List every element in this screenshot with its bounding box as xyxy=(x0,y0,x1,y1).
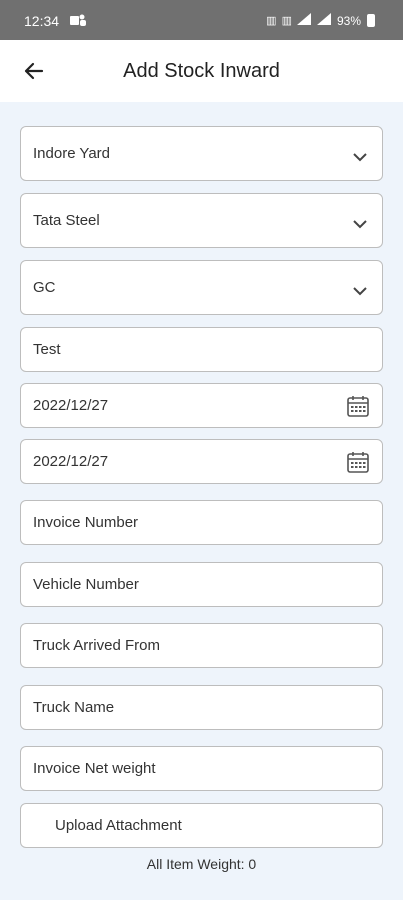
battery-percent: 93% xyxy=(336,13,361,28)
status-bar: 12:34 ▥ ▥ 93% xyxy=(0,0,403,40)
status-right: ▥ ▥ 93% xyxy=(266,13,375,28)
supplier-select-value: Tata Steel xyxy=(33,212,100,229)
invoice-number-input[interactable]: Invoice Number xyxy=(20,500,383,545)
app-bar: Add Stock Inward xyxy=(0,40,403,102)
volte-icon: ▥ xyxy=(266,15,276,27)
truck-name-input[interactable]: Truck Name xyxy=(20,685,383,730)
type-select[interactable]: GC xyxy=(20,260,383,315)
all-item-weight-text: All Item Weight: 0 xyxy=(146,856,257,872)
calendar-icon[interactable] xyxy=(346,450,370,474)
remark-input-value: Test xyxy=(33,341,61,358)
chevron-down-icon xyxy=(352,216,368,229)
calendar-icon[interactable] xyxy=(346,394,370,418)
vehicle-number-input[interactable]: Vehicle Number xyxy=(20,562,383,607)
teams-icon xyxy=(70,13,86,30)
volte-icon: ▥ xyxy=(281,15,292,27)
date-value-2: 2022/12/27 xyxy=(33,453,109,470)
type-select-value: GC xyxy=(33,279,56,296)
upload-attachment-label: Upload Attachment xyxy=(55,817,182,834)
vehicle-number-placeholder: Vehicle Number xyxy=(33,576,139,593)
invoice-net-weight-input[interactable]: Invoice Net weight xyxy=(20,746,383,791)
truck-name-placeholder: Truck Name xyxy=(33,699,115,716)
signal-icon xyxy=(296,13,311,28)
page-title: Add Stock Inward xyxy=(123,60,280,82)
remark-input[interactable]: Test xyxy=(20,327,383,372)
battery-icon xyxy=(367,14,375,27)
location-select[interactable]: Indore Yard xyxy=(20,126,383,181)
date-field-1[interactable]: 2022/12/27 xyxy=(20,383,383,428)
chevron-down-icon xyxy=(352,283,368,296)
truck-arrived-from-input[interactable]: Truck Arrived From xyxy=(20,623,383,668)
location-select-value: Indore Yard xyxy=(33,145,110,162)
truck-arrived-from-placeholder: Truck Arrived From xyxy=(33,637,160,654)
chevron-down-icon xyxy=(352,149,368,162)
date-value-1: 2022/12/27 xyxy=(33,397,109,414)
signal-icon xyxy=(316,13,331,28)
date-field-2[interactable]: 2022/12/27 xyxy=(20,439,383,484)
supplier-select[interactable]: Tata Steel xyxy=(20,193,383,248)
status-time: 12:34 xyxy=(24,13,60,29)
upload-attachment-button[interactable]: Upload Attachment xyxy=(20,803,383,848)
invoice-number-placeholder: Invoice Number xyxy=(33,514,139,531)
invoice-net-weight-placeholder: Invoice Net weight xyxy=(33,760,156,777)
